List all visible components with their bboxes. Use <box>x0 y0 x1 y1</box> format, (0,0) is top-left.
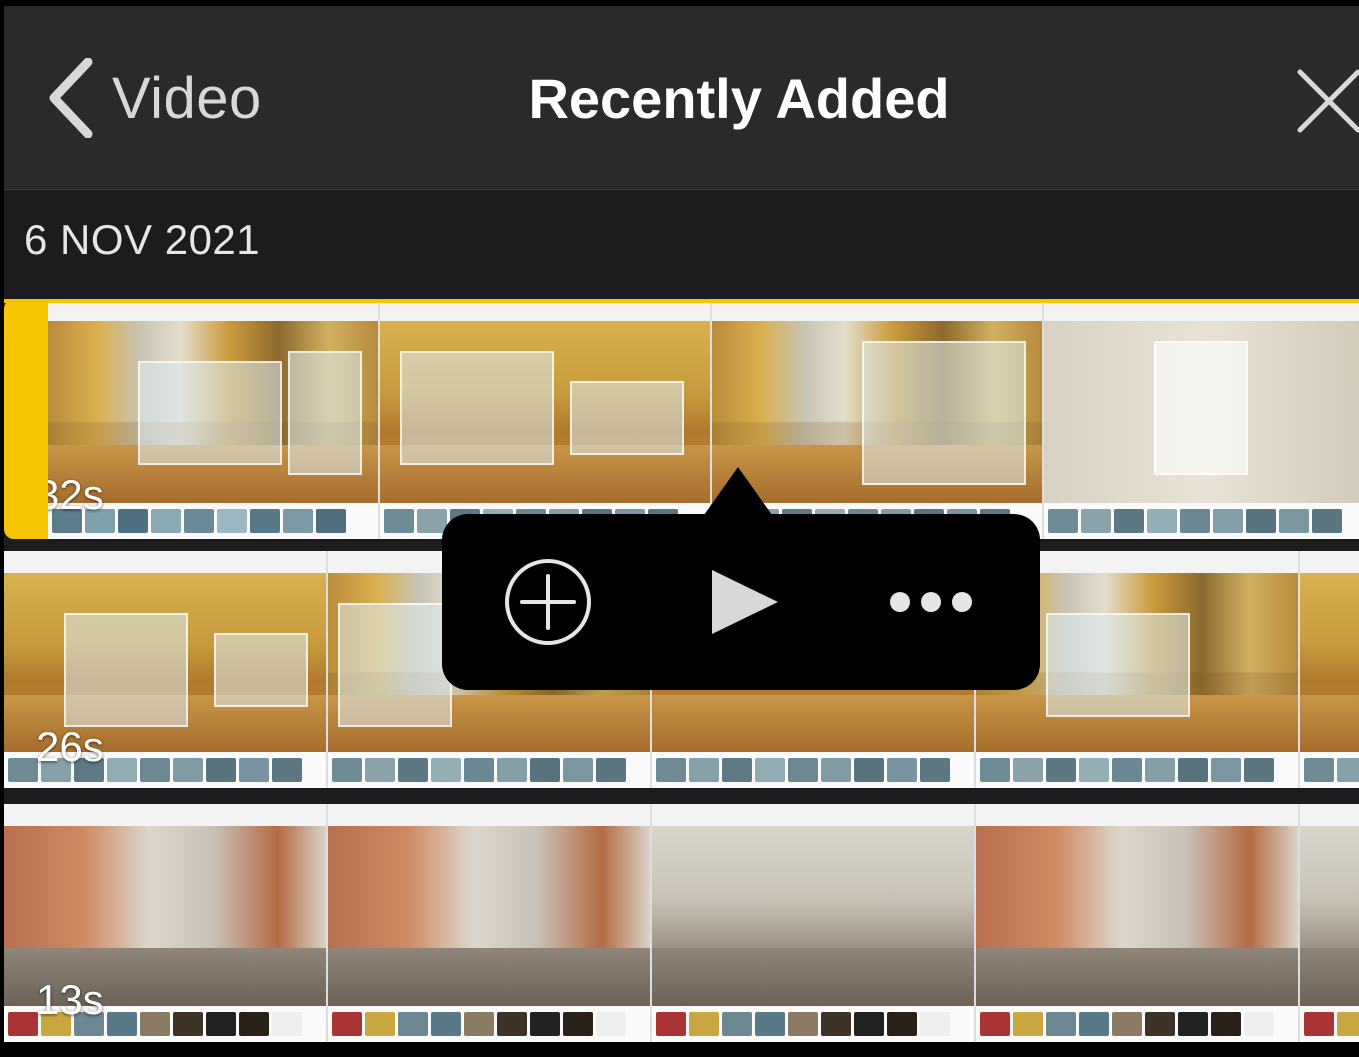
page-title: Recently Added <box>528 67 950 130</box>
video-frame <box>1300 551 1359 788</box>
popover-arrow <box>704 467 772 515</box>
play-button[interactable] <box>704 556 784 648</box>
more-icon <box>890 592 972 612</box>
add-icon <box>505 559 591 645</box>
video-frame <box>652 804 976 1042</box>
video-action-popover <box>442 514 1040 690</box>
video-frame <box>1300 804 1359 1042</box>
video-frame <box>976 804 1300 1042</box>
video-frame <box>380 299 712 539</box>
more-options-button[interactable] <box>886 556 976 648</box>
navigation-bar: Video Recently Added <box>4 6 1359 190</box>
video-frame <box>1044 299 1359 539</box>
video-thumbnail-strip <box>4 804 1359 1042</box>
video-row[interactable]: 32s <box>4 299 1359 539</box>
video-duration: 13s <box>36 976 104 1023</box>
video-row[interactable]: 13s <box>4 804 1359 1042</box>
selection-handle[interactable] <box>4 299 48 539</box>
app-window: Video Recently Added 6 NOV 2021 32s 26s … <box>4 6 1359 1057</box>
video-duration: 26s <box>36 723 104 770</box>
section-date-header: 6 NOV 2021 <box>24 216 261 263</box>
bottom-edge <box>4 1042 1359 1057</box>
close-icon[interactable] <box>1294 66 1359 136</box>
video-frame <box>328 804 652 1042</box>
play-icon <box>712 570 778 634</box>
add-to-project-button[interactable] <box>502 556 594 648</box>
